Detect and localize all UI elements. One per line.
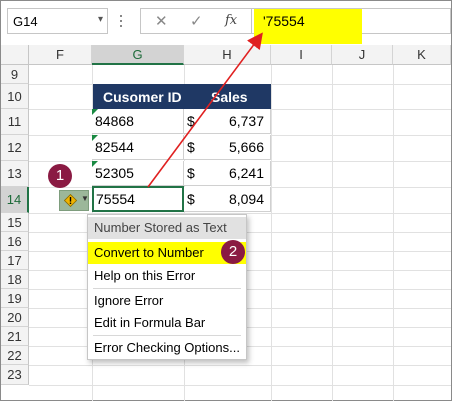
menu-item-edit-in-formula-bar[interactable]: Edit in Formula Bar xyxy=(88,312,246,334)
menu-separator xyxy=(93,288,241,289)
row-header-16[interactable]: 16 xyxy=(1,232,29,251)
row-header-22[interactable]: 22 xyxy=(1,346,29,365)
header-customer-id[interactable]: Cusomer ID xyxy=(103,89,182,105)
customer-id: 75554 xyxy=(96,191,135,207)
menu-separator xyxy=(93,335,241,336)
column-header-k[interactable]: K xyxy=(393,45,451,65)
row-header-10[interactable]: 10 xyxy=(1,84,29,109)
menu-item-ignore-error[interactable]: Ignore Error xyxy=(88,290,246,312)
row-header-12[interactable]: 12 xyxy=(1,135,29,161)
name-box[interactable]: G14 ▾ xyxy=(7,8,108,34)
currency-symbol: $ xyxy=(187,165,195,181)
row-header-21[interactable]: 21 xyxy=(1,327,29,346)
error-context-menu: Number Stored as Text Convert to Number … xyxy=(87,214,247,360)
excel-window: G14 ▾ ✕ ✓ fx '75554 F G H I J K 9 10 11 … xyxy=(0,0,452,401)
table-header-row: Cusomer ID Sales xyxy=(93,84,271,109)
row-header-18[interactable]: 18 xyxy=(1,270,29,289)
sales-amount: 6,737 xyxy=(228,113,264,129)
step-badge-1: 1 xyxy=(48,164,72,188)
warning-icon xyxy=(64,194,77,207)
gridline xyxy=(29,385,451,386)
formula-value: '75554 xyxy=(263,13,305,29)
chevron-down-icon[interactable]: ▾ xyxy=(98,14,103,25)
row-header-9[interactable]: 9 xyxy=(1,65,29,84)
menu-item-error-checking-options[interactable]: Error Checking Options... xyxy=(88,337,246,359)
formula-bar: G14 ▾ ✕ ✓ fx '75554 xyxy=(1,1,451,45)
menu-header: Number Stored as Text xyxy=(88,217,246,239)
gridline xyxy=(29,365,451,366)
row-header-13[interactable]: 13 xyxy=(1,161,29,187)
step-badge-2: 2 xyxy=(221,240,245,264)
sales-amount: 8,094 xyxy=(228,191,264,207)
gridline xyxy=(393,65,394,401)
row-header-23[interactable]: 23 xyxy=(1,365,29,385)
row-header-14[interactable]: 14 xyxy=(1,187,29,213)
active-cell-g14[interactable]: 75554 xyxy=(92,186,184,212)
column-header-g[interactable]: G xyxy=(92,45,184,65)
cell-g13[interactable]: 52305 xyxy=(92,161,184,186)
cell-g12[interactable]: 82544 xyxy=(92,135,184,160)
sales-amount: 6,241 xyxy=(228,165,264,181)
menu-item-label: Help on this Error xyxy=(94,268,196,283)
formula-buttons: ✕ ✓ fx xyxy=(140,8,252,34)
chevron-down-icon: ▼ xyxy=(81,194,89,203)
name-box-value: G14 xyxy=(13,14,38,29)
insert-function-button[interactable]: fx xyxy=(225,13,237,28)
cell-h13[interactable]: $ 6,241 xyxy=(184,161,271,186)
currency-symbol: $ xyxy=(187,139,195,155)
currency-symbol: $ xyxy=(187,191,195,207)
menu-item-label: Ignore Error xyxy=(94,293,164,308)
menu-item-label: Edit in Formula Bar xyxy=(94,315,206,330)
currency-symbol: $ xyxy=(187,113,195,129)
gridline xyxy=(271,65,272,401)
menu-item-label: Convert to Number xyxy=(94,245,204,260)
customer-id: 82544 xyxy=(95,139,134,155)
enter-icon[interactable]: ✓ xyxy=(190,12,203,30)
row-header-20[interactable]: 20 xyxy=(1,308,29,327)
error-checking-button[interactable]: ▼ xyxy=(59,190,89,211)
column-header-f[interactable]: F xyxy=(29,45,92,65)
column-header-h[interactable]: H xyxy=(184,45,271,65)
cell-h11[interactable]: $ 6,737 xyxy=(184,109,271,134)
gridline xyxy=(332,65,333,401)
formula-input[interactable]: '75554 xyxy=(252,8,451,44)
row-header-19[interactable]: 19 xyxy=(1,289,29,308)
row-header-17[interactable]: 17 xyxy=(1,251,29,270)
menu-item-help-on-error[interactable]: Help on this Error xyxy=(88,265,246,287)
sales-amount: 5,666 xyxy=(228,139,264,155)
drag-handle-icon[interactable] xyxy=(120,15,124,29)
cancel-icon[interactable]: ✕ xyxy=(155,12,168,30)
cell-g11[interactable]: 84868 xyxy=(92,109,184,134)
row-header-11[interactable]: 11 xyxy=(1,109,29,135)
customer-id: 52305 xyxy=(95,165,134,181)
row-header-15[interactable]: 15 xyxy=(1,213,29,232)
column-header-j[interactable]: J xyxy=(332,45,393,65)
cell-h12[interactable]: $ 5,666 xyxy=(184,135,271,160)
menu-item-label: Error Checking Options... xyxy=(94,340,240,355)
menu-header-label: Number Stored as Text xyxy=(94,220,227,235)
column-header-i[interactable]: I xyxy=(271,45,332,65)
header-sales[interactable]: Sales xyxy=(211,89,248,105)
select-all-corner[interactable] xyxy=(1,45,29,65)
cell-h14[interactable]: $ 8,094 xyxy=(184,187,271,212)
customer-id: 84868 xyxy=(95,113,134,129)
